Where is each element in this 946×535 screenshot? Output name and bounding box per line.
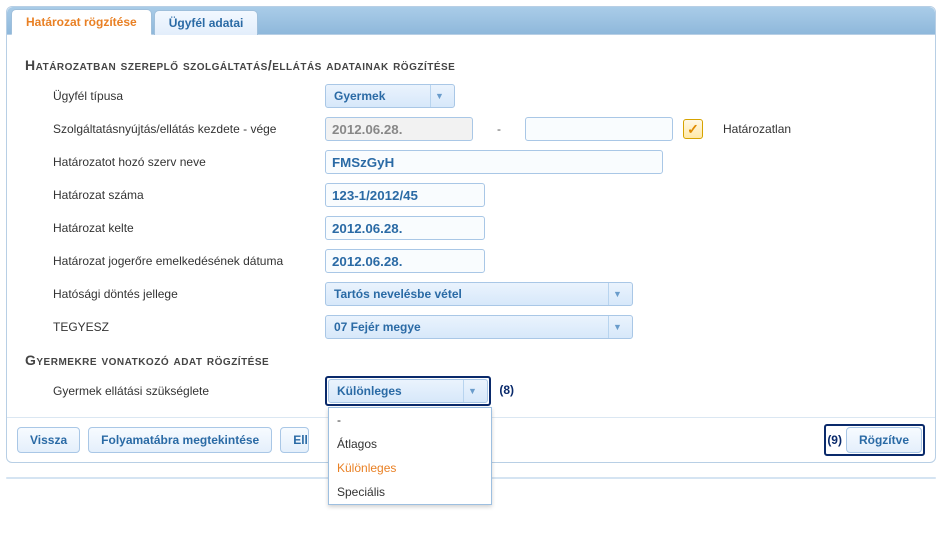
section1-title: Határozatban szereplő szolgáltatás/ellát…	[25, 57, 917, 73]
label-szerv: Határozatot hozó szerv neve	[25, 155, 325, 169]
label-kelte: Határozat kelte	[25, 221, 325, 235]
chevron-down-icon: ▼	[430, 85, 448, 107]
label-dontes: Hatósági döntés jellege	[25, 287, 325, 301]
combo-tegyesz[interactable]: 07 Fejér megye ▼	[325, 315, 633, 339]
input-szolg-start[interactable]	[325, 117, 473, 141]
check-icon: ✓	[687, 121, 699, 138]
option-specialis[interactable]: Speciális	[329, 480, 491, 504]
label-szolg: Szolgáltatásnyújtás/ellátás kezdete - vé…	[25, 122, 325, 136]
back-button[interactable]: Vissza	[17, 427, 80, 453]
option-dash[interactable]: -	[329, 408, 491, 432]
label-ugyfel-tipus: Ügyfél típusa	[25, 89, 325, 103]
tab-bar: Határozat rögzítése Ügyfél adatai	[7, 7, 935, 35]
rogzitve-button[interactable]: Rögzítve	[846, 427, 922, 453]
section2-title: Gyermekre vonatkozó adat rögzítése	[25, 352, 917, 368]
option-kulonleges[interactable]: Különleges	[329, 456, 491, 480]
chevron-down-icon: ▼	[608, 316, 626, 338]
annotation-8: (8)	[499, 383, 514, 397]
flowchart-button[interactable]: Folyamatábra megtekintése	[88, 427, 272, 453]
range-dash: -	[483, 122, 515, 136]
tab-hatarozat[interactable]: Határozat rögzítése	[11, 9, 152, 35]
tab-ugyfel[interactable]: Ügyfél adatai	[154, 10, 259, 35]
combo-ugyfel-tipus[interactable]: Gyermek ▼	[325, 84, 455, 108]
checkbox-hatarozatlan[interactable]: ✓	[683, 119, 703, 139]
rogzitve-highlight-box: (9) Rögzítve	[824, 424, 925, 456]
input-szerv[interactable]	[325, 150, 663, 174]
combo-tegyesz-value: 07 Fejér megye	[334, 320, 421, 334]
label-jogero: Határozat jogerőre emelkedésének dátuma	[25, 254, 325, 268]
annotation-9: (9)	[827, 433, 842, 447]
combo-szukseglet[interactable]: Különleges ▼	[328, 379, 488, 403]
combo-dontes-value: Tartós nevelésbe vétel	[334, 287, 462, 301]
combo-dontes[interactable]: Tartós nevelésbe vétel ▼	[325, 282, 633, 306]
ell-button-cut[interactable]: Ell	[280, 427, 309, 453]
input-szam[interactable]	[325, 183, 485, 207]
label-hatarozatlan: Határozatlan	[723, 122, 791, 136]
label-tegyesz: TEGYESZ	[25, 320, 325, 334]
chevron-down-icon: ▼	[463, 380, 481, 402]
combo-ugyfel-tipus-value: Gyermek	[334, 89, 385, 103]
input-kelte[interactable]	[325, 216, 485, 240]
tab-body: Határozatban szereplő szolgáltatás/ellát…	[7, 35, 935, 417]
chevron-down-icon: ▼	[608, 283, 626, 305]
dropdown-options: - Átlagos Különleges Speciális	[328, 407, 492, 505]
input-jogero[interactable]	[325, 249, 485, 273]
dropdown-highlight-box: Különleges ▼ (8) - Átlagos Különleges Sp…	[325, 376, 491, 406]
label-szam: Határozat száma	[25, 188, 325, 202]
form-panel: Határozat rögzítése Ügyfél adatai Határo…	[6, 6, 936, 463]
option-atlagos[interactable]: Átlagos	[329, 432, 491, 456]
label-szukseglet: Gyermek ellátási szükséglete	[25, 384, 325, 398]
input-szolg-end[interactable]	[525, 117, 673, 141]
combo-szukseglet-value: Különleges	[337, 384, 402, 398]
